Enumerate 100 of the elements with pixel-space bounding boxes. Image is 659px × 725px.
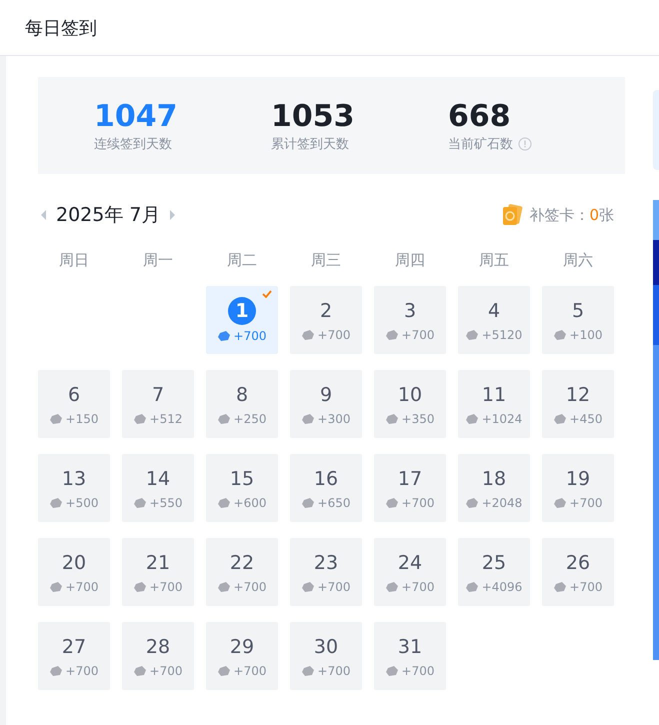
day-cell[interactable]: 18 +2048 — [458, 454, 530, 522]
stat-value: 1053 — [271, 98, 356, 134]
weekday-label: 周二 — [226, 251, 258, 270]
day-cell[interactable]: 30 +700 — [290, 622, 362, 690]
reward-amount: +450 — [570, 412, 602, 426]
day-cell[interactable]: 10 +350 — [374, 370, 446, 438]
reward-amount: +700 — [318, 664, 350, 678]
check-icon — [262, 290, 272, 298]
reward-amount: +4096 — [482, 580, 522, 594]
day-cell[interactable]: 4 +5120 — [458, 286, 530, 354]
day-cell[interactable]: 3 +700 — [374, 286, 446, 354]
ore-icon — [218, 666, 230, 676]
day-cell[interactable]: 21 +700 — [122, 538, 194, 606]
day-number: 13 — [62, 467, 86, 492]
ore-icon — [386, 582, 398, 592]
ore-icon — [386, 330, 398, 340]
ore-icon — [302, 666, 314, 676]
reward-amount: +700 — [150, 580, 182, 594]
ore-icon — [218, 414, 230, 424]
ore-icon — [302, 330, 314, 340]
makeup-card-label: 补签卡：0张 — [529, 206, 614, 224]
reward-amount: +700 — [318, 328, 350, 342]
reward-amount: +300 — [318, 412, 350, 426]
reward-amount: +700 — [318, 580, 350, 594]
day-cell[interactable]: 29 +700 — [206, 622, 278, 690]
ore-icon — [134, 498, 146, 508]
day-cell[interactable]: 14 +550 — [122, 454, 194, 522]
day-cell[interactable]: 26 +700 — [542, 538, 614, 606]
day-number: 14 — [146, 467, 170, 492]
reward-amount: +700 — [66, 580, 98, 594]
ore-icon — [50, 582, 62, 592]
day-cell[interactable]: 16 +650 — [290, 454, 362, 522]
weekday-label: 周四 — [394, 251, 426, 270]
day-number: 5 — [572, 299, 584, 324]
day-number: 26 — [566, 551, 590, 576]
day-cell[interactable]: 11 +1024 — [458, 370, 530, 438]
day-number: 27 — [62, 635, 86, 660]
ore-icon — [50, 666, 62, 676]
ore-icon — [554, 414, 566, 424]
day-number: 16 — [314, 467, 338, 492]
month-title: 2025年 7月 — [56, 203, 160, 228]
reward-amount: +700 — [234, 580, 266, 594]
day-cell[interactable]: 27 +700 — [38, 622, 110, 690]
stat-label: 连续签到天数 — [94, 136, 172, 152]
info-icon[interactable] — [518, 136, 532, 150]
reward-amount: +600 — [234, 496, 266, 510]
day-cell[interactable]: 13 +500 — [38, 454, 110, 522]
day-number: 21 — [146, 551, 170, 576]
reward-amount: +512 — [150, 412, 182, 426]
reward-amount: +700 — [234, 329, 266, 343]
ore-icon — [302, 582, 314, 592]
reward-amount: +700 — [402, 580, 434, 594]
day-cell[interactable]: 24 +700 — [374, 538, 446, 606]
reward-amount: +650 — [318, 496, 350, 510]
day-cell[interactable]: 9 +300 — [290, 370, 362, 438]
day-number: 2 — [320, 299, 332, 324]
day-number: 6 — [68, 383, 80, 408]
day-cell[interactable]: 7 +512 — [122, 370, 194, 438]
ore-icon — [218, 582, 230, 592]
day-cell[interactable]: 15 +600 — [206, 454, 278, 522]
ore-icon — [466, 330, 478, 340]
day-cell[interactable]: 1 +700 — [206, 286, 278, 354]
reward-amount: +550 — [150, 496, 182, 510]
ore-icon — [218, 331, 230, 341]
weekday-label: 周一 — [142, 251, 174, 270]
day-cell[interactable]: 31 +700 — [374, 622, 446, 690]
ore-icon — [554, 330, 566, 340]
day-cell[interactable]: 6 +150 — [38, 370, 110, 438]
day-cell[interactable]: 25 +4096 — [458, 538, 530, 606]
day-number: 28 — [146, 635, 170, 660]
ore-icon — [466, 582, 478, 592]
day-number: 30 — [314, 635, 338, 660]
card-icon — [501, 204, 524, 226]
day-number: 22 — [230, 551, 254, 576]
weekday-label: 周日 — [58, 251, 90, 270]
stat-label: 累计签到天数 — [271, 136, 349, 152]
reward-amount: +700 — [402, 664, 434, 678]
day-number: 15 — [230, 467, 254, 492]
day-cell[interactable]: 5 +100 — [542, 286, 614, 354]
day-cell[interactable]: 23 +700 — [290, 538, 362, 606]
day-cell[interactable]: 12 +450 — [542, 370, 614, 438]
day-cell[interactable]: 8 +250 — [206, 370, 278, 438]
day-cell[interactable]: 2 +700 — [290, 286, 362, 354]
ore-icon — [134, 666, 146, 676]
day-cell[interactable]: 19 +700 — [542, 454, 614, 522]
ore-icon — [554, 498, 566, 508]
day-number: 8 — [236, 383, 248, 408]
page-title: 每日签到 — [25, 16, 97, 40]
weekday-label: 周三 — [310, 251, 342, 270]
day-cell[interactable]: 28 +700 — [122, 622, 194, 690]
day-number: 31 — [398, 635, 422, 660]
day-number: 11 — [482, 383, 506, 408]
day-number: 4 — [488, 299, 500, 324]
day-number: 23 — [314, 551, 338, 576]
reward-amount: +150 — [66, 412, 98, 426]
ore-icon — [134, 414, 146, 424]
day-cell[interactable]: 17 +700 — [374, 454, 446, 522]
day-cell[interactable]: 22 +700 — [206, 538, 278, 606]
day-cell[interactable]: 20 +700 — [38, 538, 110, 606]
reward-amount: +700 — [150, 664, 182, 678]
